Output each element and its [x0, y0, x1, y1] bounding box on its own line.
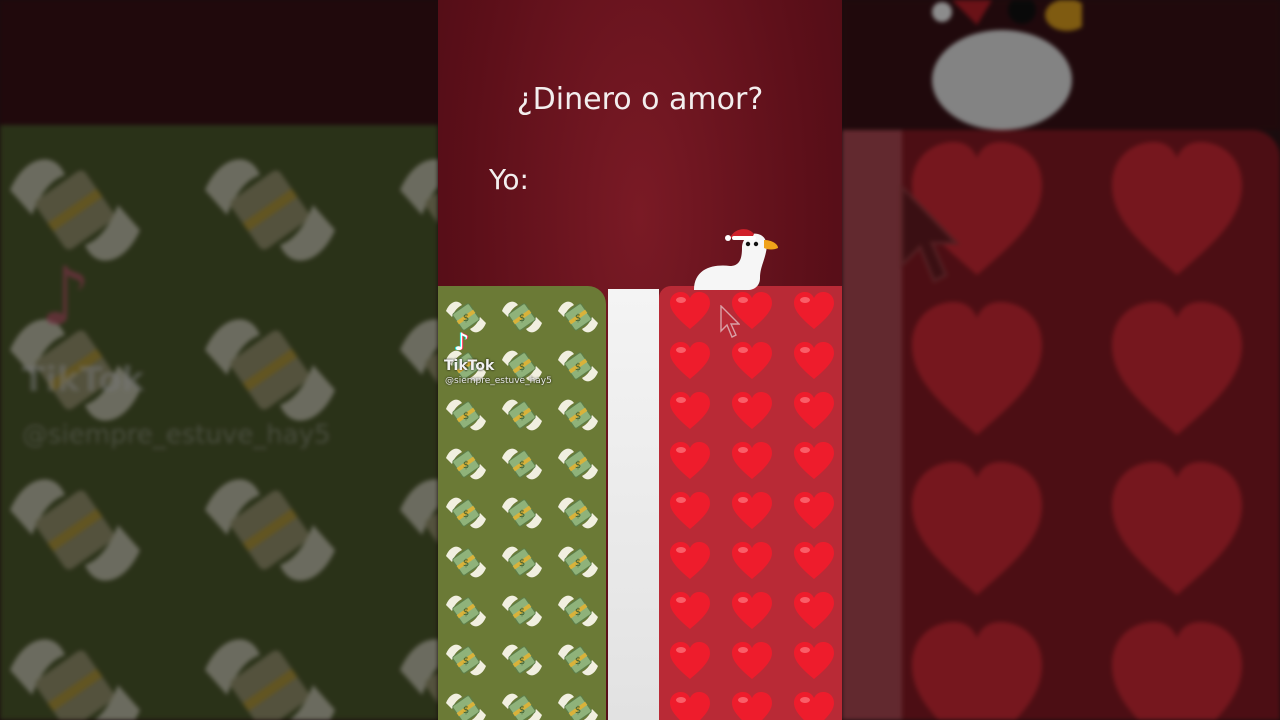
- red-heart-icon: [659, 686, 721, 720]
- red-heart-icon: [783, 486, 842, 536]
- svg-text:$: $: [575, 558, 581, 569]
- money-with-wings-icon: $: [550, 341, 606, 390]
- svg-text:$: $: [463, 313, 469, 324]
- money-with-wings-icon: $: [438, 684, 494, 720]
- svg-text:$: $: [519, 558, 525, 569]
- svg-text:$: $: [463, 509, 469, 520]
- white-divider-bar: [608, 289, 659, 720]
- money-with-wings-icon: $: [494, 586, 550, 635]
- tiktok-logo-icon: ♪: [454, 328, 470, 356]
- money-with-wings-icon: $: [494, 537, 550, 586]
- svg-text:$: $: [463, 705, 469, 716]
- svg-text:$: $: [519, 705, 525, 716]
- red-heart-icon: [659, 486, 721, 536]
- red-heart-icon: [783, 336, 842, 386]
- money-with-wings-icon: $: [438, 635, 494, 684]
- red-heart-icon: [659, 386, 721, 436]
- money-with-wings-icon: $: [494, 390, 550, 439]
- red-heart-icon: [783, 286, 842, 336]
- svg-text:$: $: [519, 362, 525, 373]
- goose-icon: [694, 229, 778, 290]
- svg-text:$: $: [575, 607, 581, 618]
- svg-text:$: $: [575, 362, 581, 373]
- money-with-wings-icon: $: [438, 586, 494, 635]
- red-heart-icon: [783, 636, 842, 686]
- money-with-wings-icon: $: [494, 439, 550, 488]
- red-heart-icon: [721, 536, 783, 586]
- money-with-wings-icon: $: [494, 488, 550, 537]
- svg-text:$: $: [463, 460, 469, 471]
- red-heart-icon: [783, 386, 842, 436]
- svg-text:$: $: [575, 313, 581, 324]
- svg-text:$: $: [519, 411, 525, 422]
- red-heart-icon: [783, 586, 842, 636]
- money-with-wings-icon: $: [550, 537, 606, 586]
- red-heart-icon: [721, 586, 783, 636]
- svg-text:$: $: [519, 460, 525, 471]
- svg-text:$: $: [575, 460, 581, 471]
- money-with-wings-icon: $: [438, 390, 494, 439]
- blurred-right-background: [842, 0, 1280, 720]
- watermark-handle-blurred: @siempre_estuve_hay5: [22, 420, 331, 450]
- svg-text:$: $: [575, 509, 581, 520]
- svg-text:$: $: [575, 656, 581, 667]
- money-with-wings-icon: $: [550, 684, 606, 720]
- red-heart-icon: [659, 336, 721, 386]
- svg-text:$: $: [463, 607, 469, 618]
- red-heart-icon: [721, 636, 783, 686]
- red-heart-icon: [659, 636, 721, 686]
- watermark-name-blurred: TikTok: [22, 360, 145, 400]
- money-with-wings-icon: $: [550, 488, 606, 537]
- red-heart-icon: [721, 336, 783, 386]
- tiktok-logo-icon: ♪: [40, 250, 92, 343]
- heart-panel: [659, 286, 842, 720]
- svg-text:$: $: [575, 411, 581, 422]
- red-heart-icon: [783, 686, 842, 720]
- cursor-icon: [900, 185, 960, 284]
- svg-text:$: $: [575, 705, 581, 716]
- svg-text:$: $: [519, 509, 525, 520]
- money-with-wings-icon: $: [438, 488, 494, 537]
- money-with-wings-icon: $: [550, 439, 606, 488]
- video-frame: ♪ TikTok @siempre_estuve_hay5 ¿Dinero o …: [0, 0, 1280, 720]
- watermark-name: TikTok: [444, 358, 495, 374]
- red-heart-icon: [783, 436, 842, 486]
- red-heart-icon: [721, 686, 783, 720]
- video-content: ¿Dinero o amor? Yo: $ $ $ $ $ $ $ $ $ $ $ $ $ $ $ $ $ $ $ $…: [438, 0, 842, 720]
- money-with-wings-icon: $: [550, 292, 606, 341]
- red-heart-icon: [721, 486, 783, 536]
- svg-text:$: $: [463, 411, 469, 422]
- red-heart-icon: [721, 436, 783, 486]
- red-heart-icon: [721, 386, 783, 436]
- watermark-handle: @siempre_estuve_hay5: [445, 376, 552, 386]
- red-heart-icon: [659, 536, 721, 586]
- question-caption: ¿Dinero o amor?: [516, 82, 764, 117]
- svg-text:$: $: [463, 558, 469, 569]
- money-with-wings-icon: $: [550, 390, 606, 439]
- money-with-wings-icon: $: [494, 635, 550, 684]
- svg-text:$: $: [519, 313, 525, 324]
- red-heart-icon: [659, 436, 721, 486]
- red-heart-icon: [783, 536, 842, 586]
- red-heart-icon: [659, 586, 721, 636]
- svg-text:$: $: [519, 656, 525, 667]
- money-with-wings-icon: $: [494, 684, 550, 720]
- money-with-wings-icon: $: [550, 635, 606, 684]
- cursor-icon: [720, 305, 740, 338]
- answer-label: Yo:: [489, 163, 529, 196]
- money-with-wings-icon: $: [438, 537, 494, 586]
- svg-text:$: $: [519, 607, 525, 618]
- money-with-wings-icon: $: [494, 292, 550, 341]
- money-with-wings-icon: $: [550, 586, 606, 635]
- money-with-wings-icon: $: [438, 439, 494, 488]
- blurred-left-background: ♪ TikTok @siempre_estuve_hay5: [0, 0, 438, 720]
- svg-text:$: $: [463, 656, 469, 667]
- goose-icon: [932, 0, 1082, 130]
